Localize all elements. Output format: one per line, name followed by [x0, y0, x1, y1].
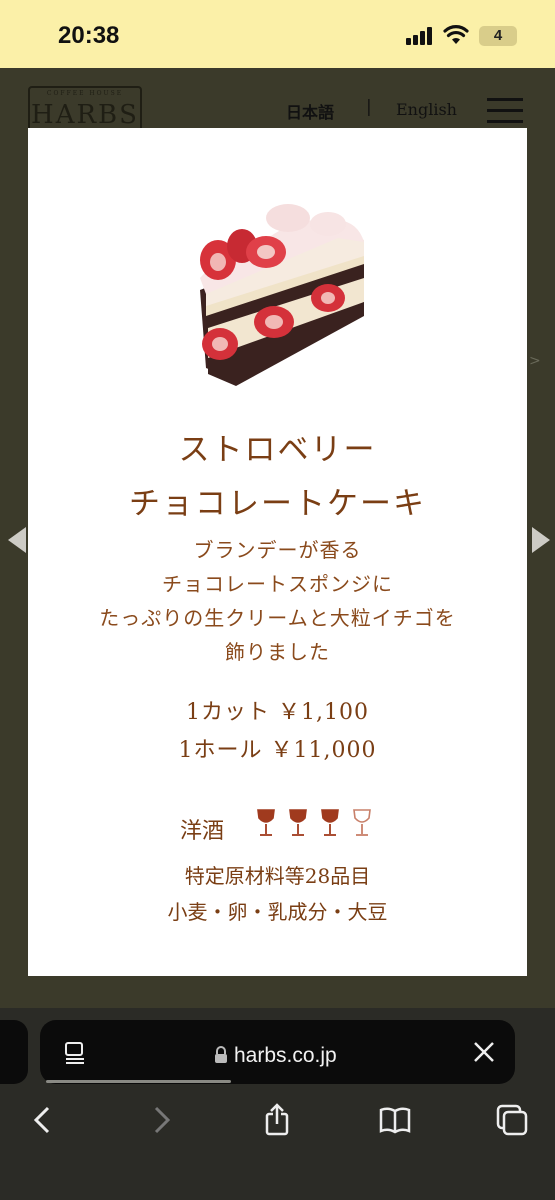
- allergen-title: 特定原材料等28品目: [184, 864, 371, 888]
- description-line: たっぷりの生クリームと大粒イチゴを: [99, 606, 456, 630]
- site-header: COFFEE HOUSE HARBS 日本語 | English: [0, 68, 555, 130]
- liquor-level-rating: [257, 809, 371, 836]
- battery-icon: 4: [479, 26, 517, 46]
- url-text[interactable]: harbs.co.jp: [234, 1044, 337, 1068]
- cellular-signal-icon: [406, 27, 436, 45]
- product-title-line1: ストロベリー: [178, 432, 377, 468]
- description-line: 飾りました: [225, 640, 330, 664]
- description-line: チョコレートスポンジに: [162, 572, 393, 596]
- page-load-progress: [46, 1080, 231, 1083]
- wine-glass-icon: [321, 809, 339, 836]
- wine-glass-icon: [353, 809, 371, 836]
- language-japanese-link[interactable]: 日本語: [286, 99, 334, 123]
- menu-icon[interactable]: [487, 98, 523, 124]
- chevron-right-icon: >: [529, 353, 541, 369]
- page-menu-icon[interactable]: [62, 1040, 88, 1066]
- lock-icon: [215, 1046, 227, 1063]
- strawberry-cake-image: [200, 204, 364, 386]
- share-icon[interactable]: [259, 1102, 295, 1138]
- harbs-logo[interactable]: COFFEE HOUSE HARBS: [28, 86, 142, 130]
- previous-tab-preview[interactable]: [0, 1020, 28, 1084]
- wine-glass-icon: [289, 809, 307, 836]
- language-separator: |: [366, 97, 372, 117]
- forward-icon[interactable]: [144, 1102, 180, 1138]
- price-cut: 1カット ￥1,100: [186, 700, 369, 725]
- allergen-list: 小麦・卵・乳成分・大豆: [167, 900, 388, 924]
- logo-tagline: COFFEE HOUSE: [46, 90, 124, 97]
- clock: 20:38: [58, 22, 120, 49]
- wifi-icon: [443, 25, 469, 44]
- product-title-line2: チョコレートケーキ: [129, 486, 426, 522]
- next-arrow-icon[interactable]: [532, 527, 550, 553]
- language-english-link[interactable]: English: [396, 100, 457, 119]
- liquor-label: 洋酒: [180, 819, 225, 844]
- close-icon[interactable]: [470, 1038, 498, 1066]
- price-whole: 1ホール ￥11,000: [178, 738, 377, 763]
- browser-chrome: harbs.co.jp: [0, 1008, 555, 1200]
- back-icon[interactable]: [24, 1102, 60, 1138]
- tabs-icon[interactable]: [494, 1102, 530, 1138]
- description-line: ブランデーが香る: [193, 538, 362, 562]
- bookmarks-icon[interactable]: [377, 1102, 413, 1138]
- product-modal: ストロベリー チョコレートケーキ ブランデーが香る チョコレートスポンジに たっ…: [28, 128, 527, 976]
- logo-text: HARBS: [31, 100, 139, 130]
- previous-arrow-icon[interactable]: [8, 527, 26, 553]
- status-bar: 20:38 4: [0, 0, 555, 68]
- wine-glass-icon: [257, 809, 275, 836]
